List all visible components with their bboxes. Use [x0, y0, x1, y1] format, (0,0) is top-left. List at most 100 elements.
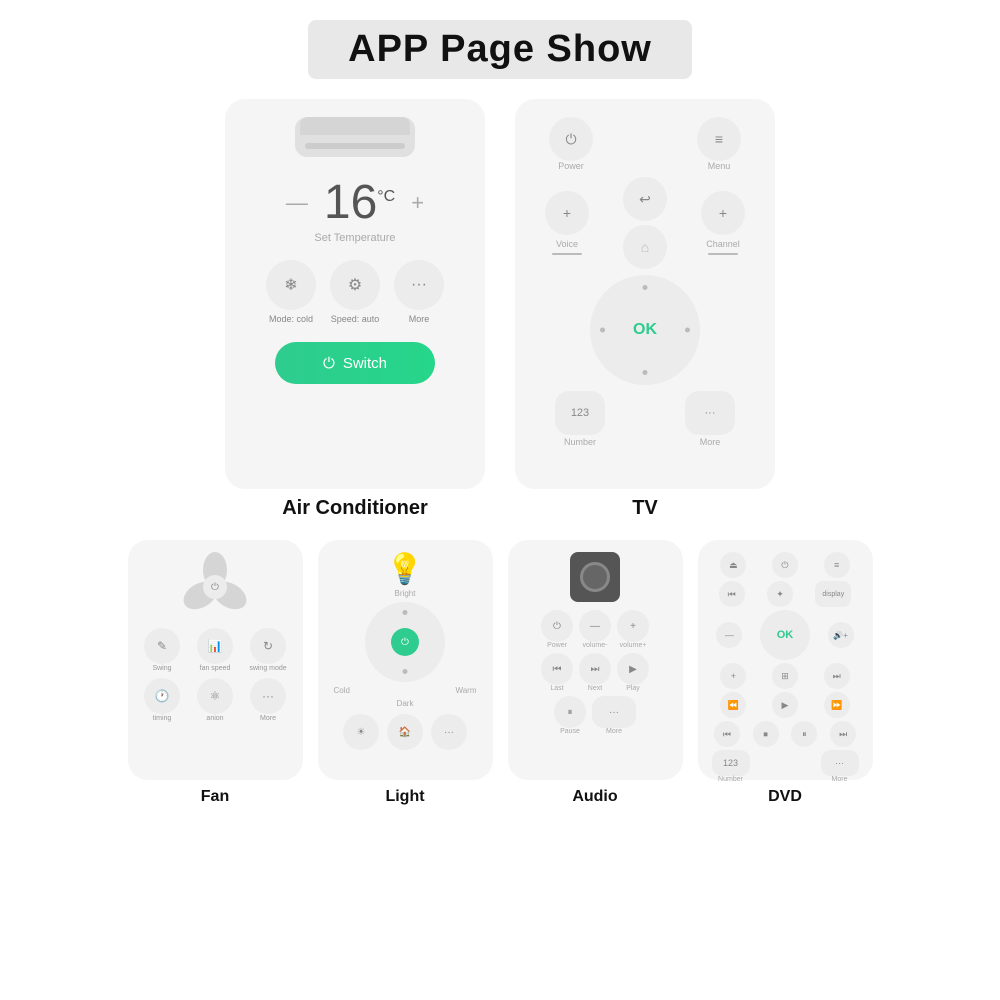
fan-more-btn[interactable]: ··· [250, 678, 286, 714]
dvd-ff-btn[interactable]: ⏩ [824, 692, 850, 718]
tv-ok-label[interactable]: OK [633, 321, 657, 339]
light-btn1[interactable]: ☀ [343, 714, 379, 750]
tv-section-label: TV [632, 497, 658, 520]
power-icon: ⏻ [553, 621, 561, 632]
audio-next-btn[interactable]: ⏭ [579, 653, 611, 685]
ac-minus-icon[interactable]: — [286, 190, 308, 216]
dvd-row1: ⏏ ⏻ ≡ [708, 552, 863, 578]
number-label: 123 [723, 758, 738, 768]
ac-switch-btn[interactable]: ⏻ Switch [275, 342, 435, 384]
ac-plus-icon[interactable]: + [411, 190, 424, 216]
dvd-vol-plus-btn[interactable]: 🔊+ [828, 622, 854, 648]
tv-channel-minus[interactable] [708, 253, 738, 255]
light-btn2[interactable]: 🏠 [387, 714, 423, 750]
dvd-ok-btn[interactable]: OK [760, 610, 810, 660]
audio-row2: ⏮ Last ⏭ Next ▶ Play [541, 653, 649, 692]
light-btn-row: ☀ 🏠 ··· [343, 714, 467, 750]
tv-channel-plus-btn[interactable]: + [701, 191, 745, 235]
tv-dpad-top-dot [643, 285, 648, 290]
play-icon: ▶ [629, 664, 637, 675]
dvd-rew-btn[interactable]: ⏪ [720, 692, 746, 718]
display-label: display [822, 591, 844, 598]
dvd-section: ⏏ ⏻ ≡ ⏮ ✦ display — [698, 540, 873, 806]
tv-dpad[interactable]: OK [590, 275, 700, 385]
tv-menu-label: Menu [708, 161, 731, 171]
tv-voice-plus-btn[interactable]: + [545, 191, 589, 235]
dvd-next2-btn[interactable]: ⏭ [830, 721, 856, 747]
dvd-setup-btn[interactable]: ✦ [767, 581, 793, 607]
dvd-power-btn[interactable]: ⏻ [772, 552, 798, 578]
dvd-plus-btn[interactable]: + [720, 663, 746, 689]
dvd-section-label: DVD [768, 788, 802, 806]
dvd-number-btn[interactable]: 123 [712, 750, 750, 776]
fan-card: ⏻ ✎ Swing 📊 fan speed [128, 540, 303, 780]
fan-anion-btn[interactable]: ⚛ [197, 678, 233, 714]
tv-menu-group: ≡ Menu [697, 117, 741, 171]
audio-last-btn[interactable]: ⏮ [541, 653, 573, 685]
audio-vol-minus-btn[interactable]: — [579, 610, 611, 642]
audio-power-btn[interactable]: ⏻ [541, 610, 573, 642]
fan-power-btn[interactable]: ⏻ [204, 576, 226, 598]
tv-number-btn[interactable]: 123 [555, 391, 605, 435]
dvd-play-btn[interactable]: ▶ [772, 692, 798, 718]
audio-vol-plus-group: + volume+ [617, 610, 649, 649]
tv-power-btn[interactable]: ⏻ [549, 117, 593, 161]
light-temp-labels: Cold Warm [328, 686, 483, 695]
light-dial-center[interactable]: ⏻ [391, 628, 419, 656]
ac-more-btn[interactable]: ··· [394, 260, 444, 310]
dvd-row4: + ⊞ ⏭ [708, 663, 863, 689]
rewind-icon: ⏪ [728, 700, 739, 711]
tv-voice-minus[interactable] [552, 253, 582, 255]
fan-speed-btn[interactable]: 📊 [197, 628, 233, 664]
fan-timing-group: 🕐 timing [138, 678, 187, 722]
power-icon: ⏻ [211, 582, 219, 593]
audio-play-btn[interactable]: ▶ [617, 653, 649, 685]
light-btn3[interactable]: ··· [431, 714, 467, 750]
dvd-eject-btn[interactable]: ⏏ [720, 552, 746, 578]
ac-speed-btn[interactable]: ⚙ [330, 260, 380, 310]
dvd-minus-btn[interactable]: — [716, 622, 742, 648]
dvd-prev2-btn[interactable]: ⏮ [714, 721, 740, 747]
tv-row1: ⏻ Power ≡ Menu [539, 117, 751, 171]
tv-power-group: ⏻ Power [549, 117, 593, 171]
swing-mode-icon: ↻ [263, 639, 273, 653]
tv-power-label: Power [558, 161, 584, 171]
tv-dpad-right-dot [685, 328, 690, 333]
switch-label: Switch [343, 355, 387, 372]
ac-mode-label: Mode: cold [269, 314, 313, 324]
ac-mode-btn[interactable]: ❄ [266, 260, 316, 310]
ac-mode-buttons: ❄ Mode: cold ⚙ Speed: auto ··· [266, 260, 444, 324]
dvd-stop-btn[interactable]: ⏹ [753, 721, 779, 747]
fan-swing-mode-btn[interactable]: ↻ [250, 628, 286, 664]
fan-timing-btn[interactable]: 🕐 [144, 678, 180, 714]
tv-back-btn[interactable]: ↩ [623, 177, 667, 221]
anion-icon: ⚛ [210, 689, 221, 703]
tv-more-btn[interactable]: ··· [685, 391, 735, 435]
dvd-number-group: 123 Number [712, 750, 750, 783]
fan-timing-label: timing [153, 715, 172, 722]
audio-next-label: Next [588, 685, 602, 692]
tv-home-btn[interactable]: ⌂ [623, 225, 667, 269]
vol-plus-icon: 🔊+ [833, 631, 848, 640]
light-dial[interactable]: ⏻ [365, 602, 445, 682]
fan-more-group: ··· More [244, 678, 293, 722]
dvd-menu-btn[interactable]: ≡ [824, 552, 850, 578]
dvd-prev-btn[interactable]: ⏮ [719, 581, 745, 607]
more-dots-icon: ··· [705, 407, 716, 419]
dvd-pause-btn[interactable]: ⏸ [791, 721, 817, 747]
fan-swing-mode-group: ↻ swing mode [244, 628, 293, 672]
dvd-more-btn[interactable]: ··· [821, 750, 859, 776]
fan-speed-icon: 📊 [208, 639, 223, 653]
dvd-grid-btn[interactable]: ⊞ [772, 663, 798, 689]
fan-more-label: More [260, 715, 276, 722]
ac-temperature: 16°C [324, 175, 395, 230]
audio-more-btn[interactable]: ··· [592, 696, 636, 728]
tv-menu-btn[interactable]: ≡ [697, 117, 741, 161]
audio-pause-btn[interactable]: ⏸ [554, 696, 586, 728]
fan-swing-btn[interactable]: ✎ [144, 628, 180, 664]
audio-vol-plus-btn[interactable]: + [617, 610, 649, 642]
dvd-skip-btn[interactable]: ⏭ [824, 663, 850, 689]
dvd-display-btn[interactable]: display [815, 581, 851, 607]
tv-dpad-bottom-dot [643, 370, 648, 375]
power-icon: ⏻ [323, 355, 335, 372]
